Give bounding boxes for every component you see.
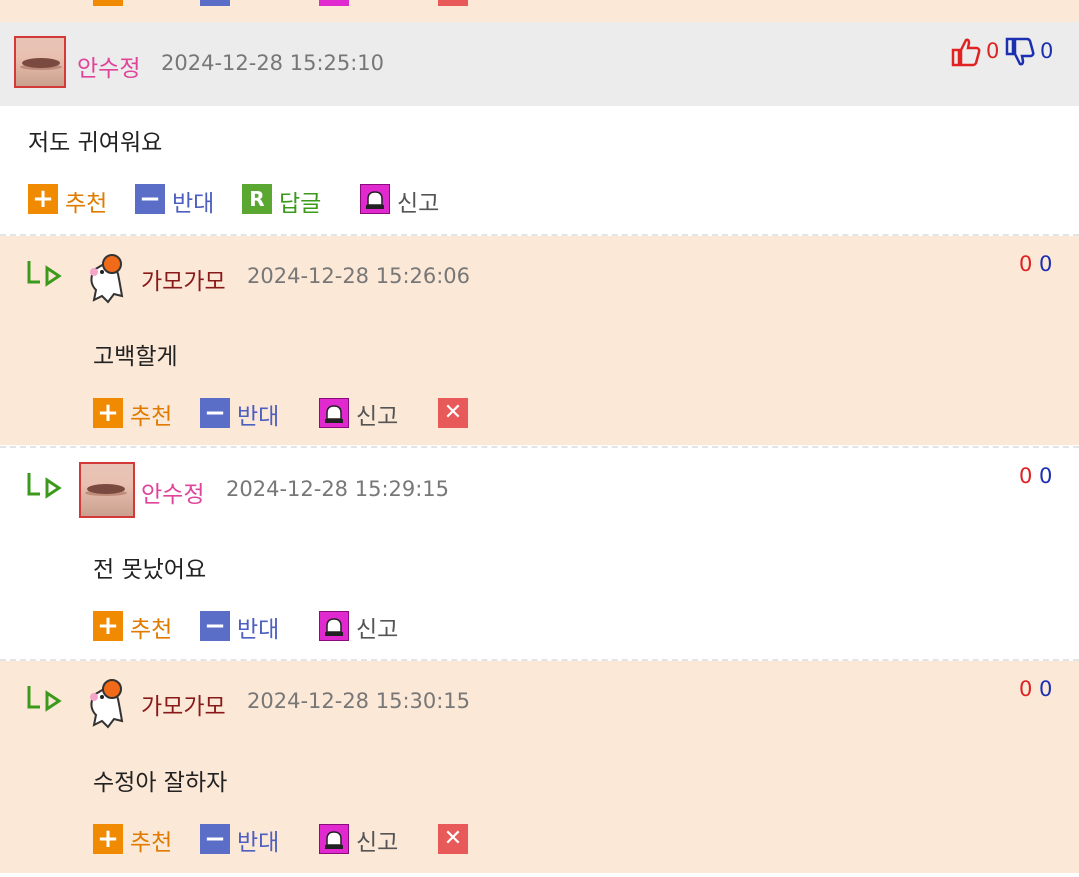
thumbs-up-icon[interactable] [950,36,982,68]
report-button[interactable]: 신고 [356,397,398,431]
comment-header: 안수정 2024-12-28 15:25:10 0 0 [0,22,1079,106]
close-icon[interactable] [438,0,468,6]
plus-icon[interactable]: + [28,184,58,214]
like-count: 0 [986,39,1000,63]
reply-item: 가모가모 2024-12-28 15:26:06 0 0 고백할게 + 추천 −… [0,236,1079,445]
comment-datetime: 2024-12-28 15:29:15 [226,477,450,501]
siren-icon[interactable] [360,184,390,214]
plus-icon[interactable] [93,0,123,6]
recommend-button[interactable]: 추천 [130,397,172,431]
report-button[interactable]: 신고 [356,610,398,644]
siren-icon[interactable] [319,0,349,6]
minus-icon[interactable] [200,0,230,6]
comment-datetime: 2024-12-28 15:25:10 [161,51,385,75]
like-count[interactable]: 0 [1019,464,1032,488]
dislike-count[interactable]: 0 [1039,464,1052,488]
dislike-count: 0 [1040,39,1054,63]
avatar[interactable] [84,250,128,304]
dislike-count[interactable]: 0 [1039,252,1052,276]
like-count[interactable]: 0 [1019,677,1032,701]
minus-icon[interactable]: − [200,611,230,641]
plus-icon[interactable]: + [93,398,123,428]
dislike-count[interactable]: 0 [1039,677,1052,701]
minus-icon[interactable]: − [200,824,230,854]
report-button[interactable]: 신고 [356,823,398,857]
comment-author[interactable]: 안수정 [77,49,140,83]
comment-text: 수정아 잘하자 [93,770,228,796]
close-icon[interactable]: ✕ [438,398,468,428]
reply-arrow-icon [26,258,66,292]
avatar[interactable] [14,36,66,88]
comment-author[interactable]: 가모가모 [141,687,226,721]
siren-icon[interactable] [319,611,349,641]
reply-item: 가모가모 2024-12-28 15:30:15 0 0 수정아 잘하자 + 추… [0,661,1079,873]
recommend-button[interactable]: 추천 [130,610,172,644]
like-count[interactable]: 0 [1019,252,1032,276]
avatar[interactable] [79,462,135,518]
comment-datetime: 2024-12-28 15:30:15 [247,689,471,713]
minus-icon[interactable]: − [200,398,230,428]
oppose-button[interactable]: 반대 [237,610,279,644]
r-icon[interactable]: R [242,184,272,214]
reply-arrow-icon [26,683,66,717]
comment-text: 전 못났어요 [93,557,207,583]
avatar[interactable] [84,675,128,729]
reply-item: 안수정 2024-12-28 15:29:15 0 0 전 못났어요 + 추천 … [0,448,1079,658]
siren-icon[interactable] [319,398,349,428]
oppose-button[interactable]: 반대 [237,823,279,857]
comment-author[interactable]: 안수정 [141,475,204,509]
siren-icon[interactable] [319,824,349,854]
comment-text: 저도 귀여워요 [28,130,163,156]
report-button[interactable]: 신고 [397,184,439,218]
comment-author[interactable]: 가모가모 [141,262,226,296]
close-icon[interactable]: ✕ [438,824,468,854]
reply-button[interactable]: 답글 [279,184,321,218]
thumbs-down-icon[interactable] [1004,36,1036,68]
plus-icon[interactable]: + [93,824,123,854]
oppose-button[interactable]: 반대 [237,397,279,431]
plus-icon[interactable]: + [93,611,123,641]
oppose-button[interactable]: 반대 [172,184,214,218]
minus-icon[interactable]: − [135,184,165,214]
recommend-button[interactable]: 추천 [130,823,172,857]
recommend-button[interactable]: 추천 [65,184,107,218]
comment-datetime: 2024-12-28 15:26:06 [247,264,471,288]
comment-text: 고백할게 [93,344,178,370]
reply-arrow-icon [26,470,66,504]
previous-comment-footer [0,0,1079,22]
